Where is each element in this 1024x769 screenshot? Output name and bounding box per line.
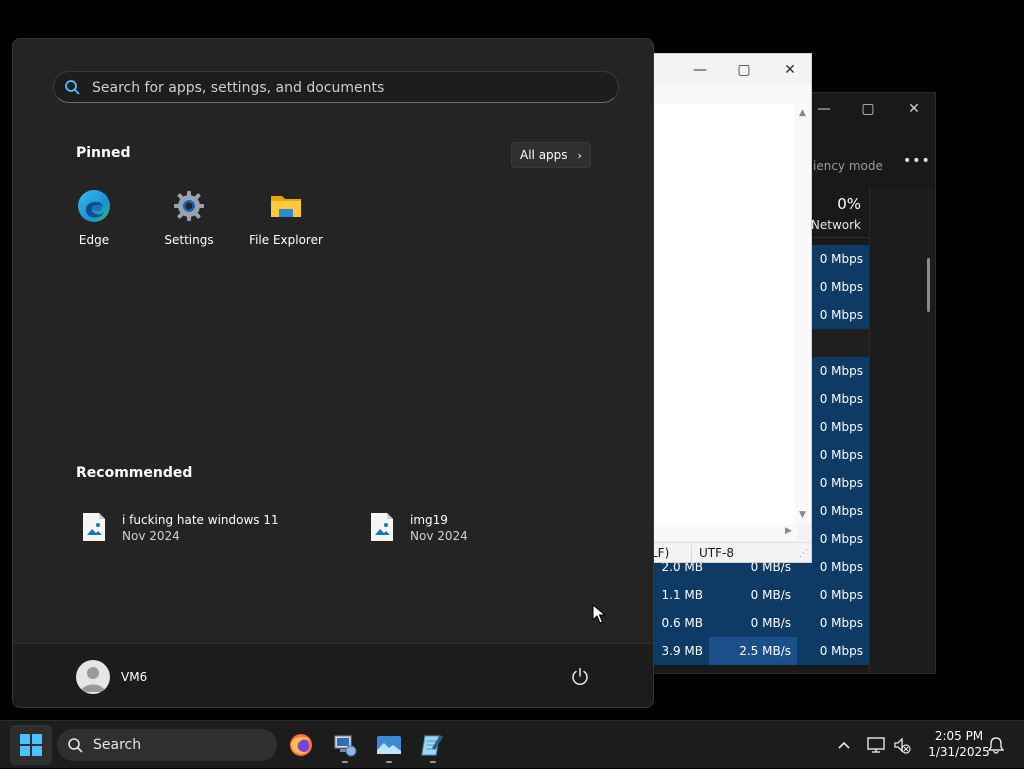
task-manager-close-button[interactable]: ✕ [891,93,935,125]
running-indicator [430,761,436,763]
notepad-horizontal-scrollbar[interactable]: ▶ [641,524,797,540]
edge-icon [78,190,110,222]
pinned-app-label: Edge [78,233,110,247]
settings-gear-icon [174,191,204,221]
efficiency-mode-button[interactable]: iency mode [813,159,883,173]
recommended-item-date: Nov 2024 [122,529,180,543]
search-icon [68,738,83,753]
volume-muted-icon[interactable] [892,735,912,755]
firefox-icon [290,734,312,756]
process-disk-cell: 0 MB/s [709,581,797,609]
network-computer-icon [334,735,357,757]
network-status-icon[interactable] [866,735,886,755]
pinned-app-file-explorer[interactable]: File Explorer [241,189,331,249]
search-icon [65,80,80,95]
pinned-app-label: File Explorer [249,233,323,247]
pinned-app-settings[interactable]: Settings [144,189,234,249]
task-manager-side-area [869,187,935,673]
power-icon[interactable] [569,666,591,688]
notification-bell-icon[interactable] [986,735,1006,755]
notepad-maximize-button[interactable]: ▢ [721,54,767,86]
process-network-cell: 0 Mbps [797,581,869,609]
process-network-cell: 0 Mbps [797,637,869,665]
taskbar-search[interactable]: Search [57,729,277,761]
all-apps-button[interactable]: All apps › [511,142,591,168]
start-button[interactable] [10,725,52,765]
start-menu: Pinned All apps › Edge [12,38,654,708]
scroll-up-arrow-icon[interactable]: ▲ [799,108,806,118]
all-apps-label: All apps [520,148,568,162]
recommended-item-date: Nov 2024 [410,529,468,543]
process-network-cell: 0 Mbps [797,609,869,637]
taskbar-app-photos[interactable] [369,727,409,763]
process-row[interactable]: 3.9 MB 2.5 MB/s 0 Mbps [641,637,869,665]
taskbar-app-notepad[interactable] [413,727,453,763]
chevron-right-icon: › [577,148,582,162]
pinned-heading: Pinned [76,145,131,161]
recommended-heading: Recommended [76,465,193,481]
photos-icon [377,736,401,754]
image-file-icon [371,513,393,541]
process-disk-cell: 2.5 MB/s [709,637,797,665]
running-indicator [342,761,348,763]
user-name[interactable]: VM6 [121,670,147,684]
notepad-close-button[interactable]: ✕ [767,54,811,86]
taskbar-app-network[interactable] [325,727,365,763]
recommended-item[interactable]: i fucking hate windows 11 Nov 2024 [82,509,322,549]
start-search-box[interactable] [53,71,619,104]
taskbar: Search 2:05 PM 1/31/2025 [0,720,1024,768]
notepad-icon [421,735,443,756]
image-file-icon [83,513,105,541]
task-manager-scrollbar[interactable] [927,258,930,312]
network-percent: 0% [837,195,861,213]
user-icon [81,667,105,692]
chevron-up-icon[interactable] [834,735,854,755]
folder-icon [271,196,301,217]
network-label: Network [810,218,861,232]
encoding-status: UTF-8 [699,546,734,560]
notepad-minimize-button[interactable]: — [677,54,723,86]
notepad-text-area[interactable] [641,104,797,524]
recommended-item[interactable]: img19 Nov 2024 [370,509,510,549]
task-manager-maximize-button[interactable]: ▢ [845,93,891,125]
pinned-app-edge[interactable]: Edge [49,189,139,249]
notepad-vertical-scrollbar[interactable]: ▲ ▼ [795,104,811,524]
start-search-input[interactable] [90,72,604,104]
notepad-statusbar: LF) UTF-8 ⋰ [641,542,811,562]
notepad-menubar [641,84,811,104]
recommended-item-name: img19 [410,513,448,527]
taskbar-app-firefox[interactable] [281,727,321,763]
status-divider [691,545,692,562]
process-row[interactable]: 0.6 MB 0 MB/s 0 Mbps [641,609,869,637]
windows-logo-icon [20,734,42,756]
scroll-right-arrow-icon[interactable]: ▶ [785,526,792,536]
process-row[interactable]: 1.1 MB 0 MB/s 0 Mbps [641,581,869,609]
start-menu-footer: VM6 [13,643,653,707]
more-options-button[interactable]: ••• [903,153,931,169]
running-indicator [386,761,392,763]
taskbar-search-label: Search [93,737,142,753]
notepad-titlebar[interactable]: — ▢ ✕ [641,54,811,84]
resize-grip-icon[interactable]: ⋰ [799,549,808,559]
recommended-item-name: i fucking hate windows 11 [122,513,279,527]
scroll-down-arrow-icon[interactable]: ▼ [799,510,806,520]
mouse-cursor-icon [592,604,606,624]
user-avatar[interactable] [76,660,110,694]
process-disk-cell: 0 MB/s [709,609,797,637]
pinned-app-label: Settings [164,233,214,247]
notepad-window[interactable]: — ▢ ✕ ▲ ▼ ▶ LF) UTF-8 ⋰ [640,53,812,563]
